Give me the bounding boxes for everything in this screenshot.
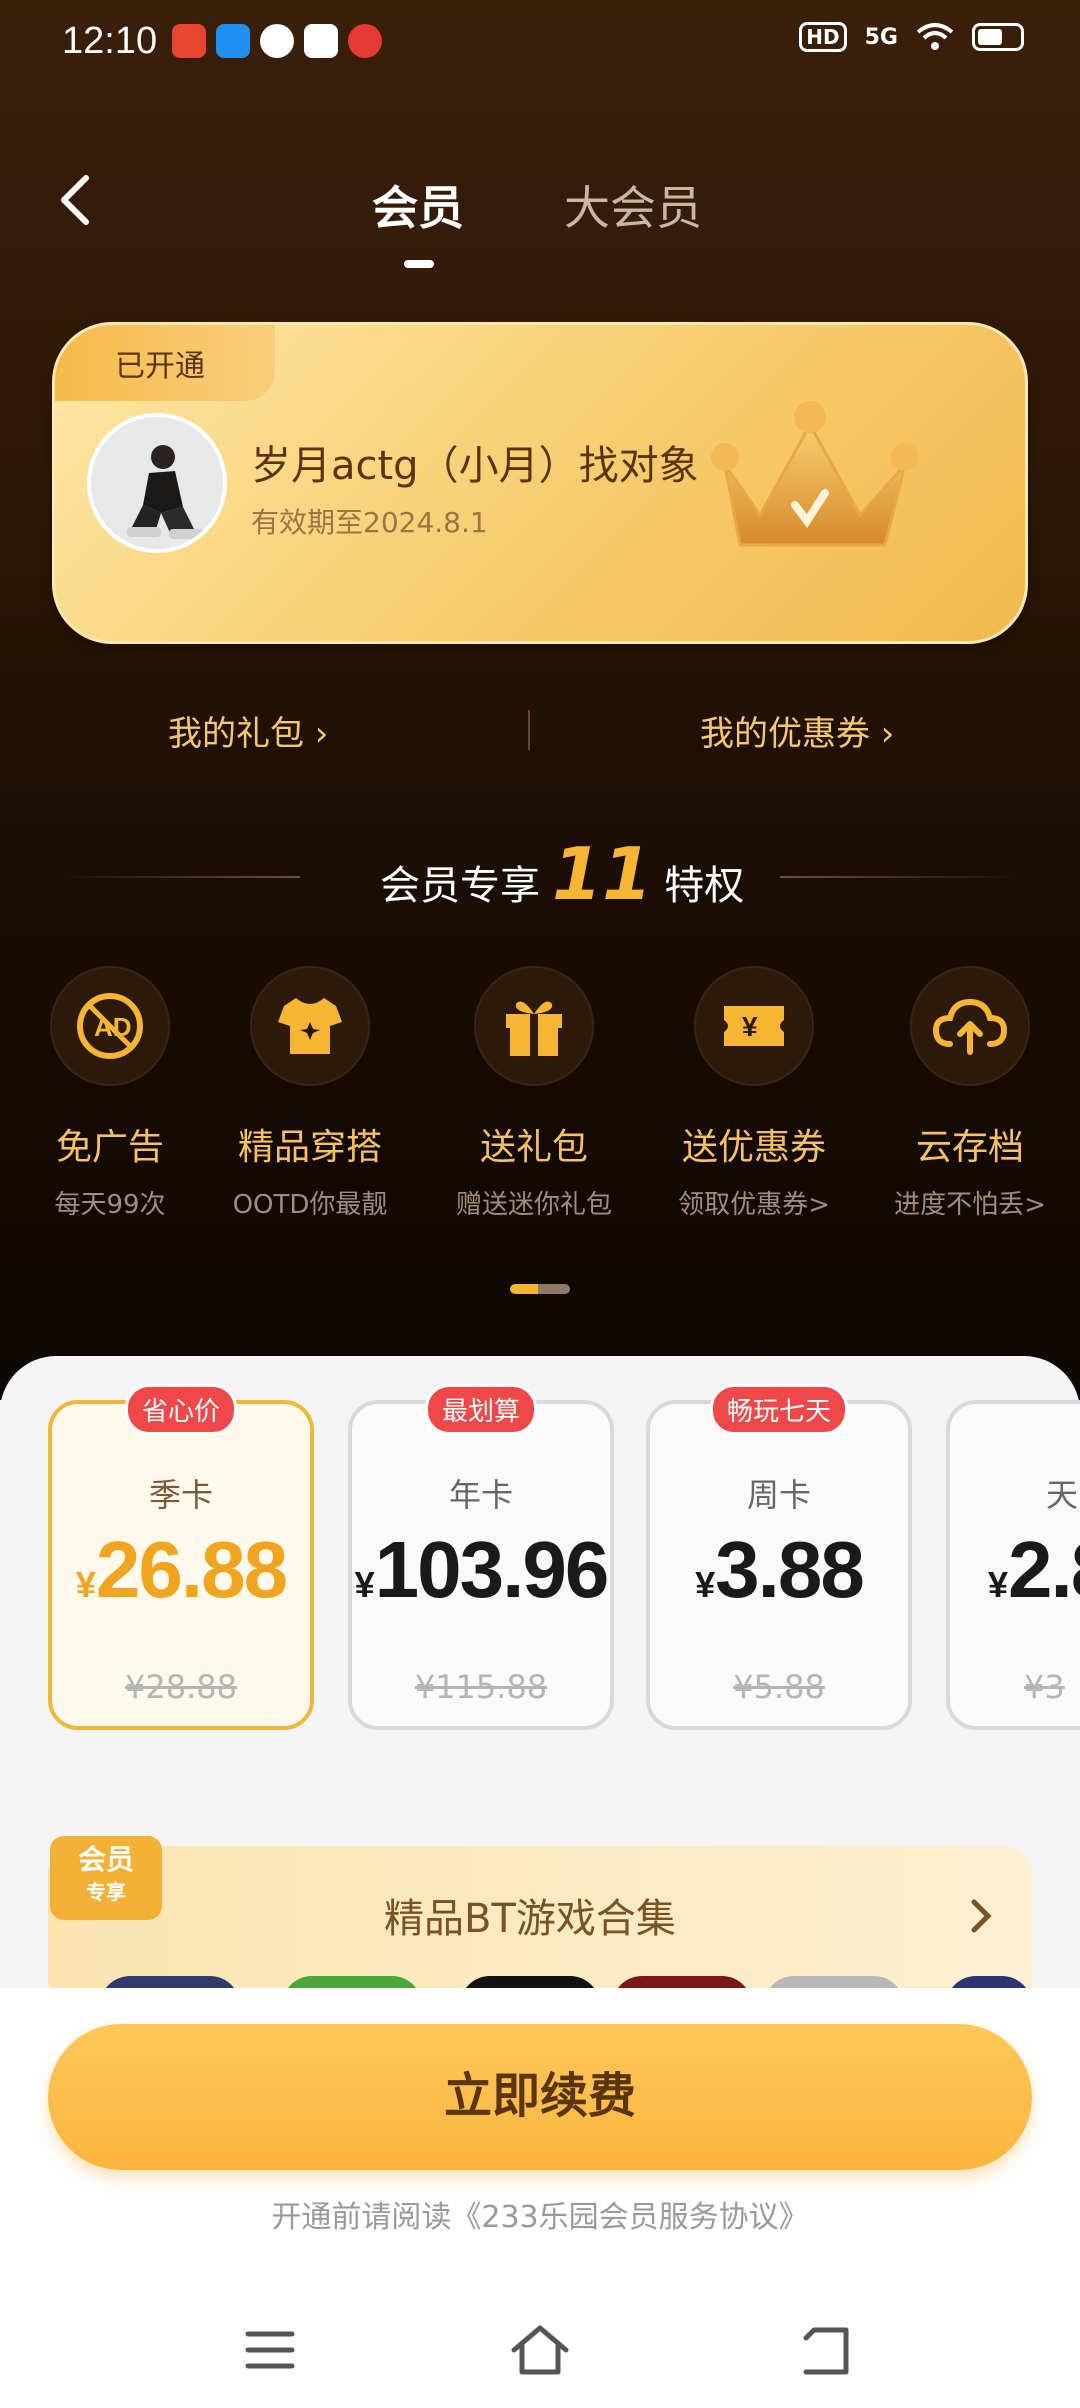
my-gift-link[interactable]: 我的礼包 › bbox=[168, 706, 328, 755]
tab-big-member[interactable]: 大会员 bbox=[564, 172, 702, 238]
privilege-item-cloud-save[interactable]: 云存档 进度不怕丢> bbox=[870, 966, 1070, 1221]
app-notification-icon bbox=[172, 24, 206, 58]
chevron-right-icon[interactable] bbox=[966, 1896, 996, 1936]
hd-icon: HD bbox=[799, 22, 847, 52]
back-icon[interactable] bbox=[48, 170, 108, 230]
system-nav-bar bbox=[0, 2300, 1080, 2408]
signal-icon: 5G bbox=[864, 24, 898, 50]
status-time: 12:10 bbox=[62, 20, 158, 62]
plan-name: 周卡 bbox=[746, 1476, 811, 1514]
plan-name: 季卡 bbox=[148, 1476, 213, 1514]
app-notification-icon bbox=[348, 24, 382, 58]
username: 岁月actg（小月）找对象 bbox=[251, 443, 699, 489]
battery-icon bbox=[972, 23, 1024, 51]
privilege-item-gift[interactable]: 送礼包 赠送迷你礼包 bbox=[434, 966, 634, 1221]
tab-member[interactable]: 会员 bbox=[372, 172, 464, 238]
app-notification-icon bbox=[260, 24, 294, 58]
plan-name: 年卡 bbox=[448, 1476, 513, 1514]
plan-clip: 天 ¥2.8 ¥3 bbox=[944, 1390, 1080, 1750]
status-indicators: HD 5G bbox=[799, 22, 1024, 52]
divider bbox=[780, 876, 1020, 878]
plan-badge: 省心价 bbox=[124, 1384, 238, 1435]
cloud-upload-icon bbox=[932, 998, 1008, 1055]
crown-icon bbox=[711, 401, 919, 547]
plan-original-price: ¥115.88 bbox=[414, 1668, 548, 1706]
plan-name: 天 bbox=[1046, 1476, 1079, 1514]
coupon-icon: ¥ bbox=[724, 1006, 784, 1046]
status-badge: 已开通 bbox=[55, 325, 275, 401]
no-ads-icon: AD bbox=[77, 993, 143, 1059]
my-coupon-link[interactable]: 我的优惠券 › bbox=[700, 706, 894, 755]
privileges-title: 会员专享 11 特权 bbox=[380, 832, 745, 916]
tab-indicator bbox=[404, 260, 434, 268]
app-notification-icon bbox=[216, 24, 250, 58]
gift-icon bbox=[506, 1001, 562, 1056]
plan-price: ¥2.8 bbox=[988, 1525, 1080, 1614]
plan-badge: 畅玩七天 bbox=[709, 1384, 849, 1435]
wifi-icon bbox=[916, 23, 954, 50]
bt-games-title: 精品BT游戏合集 bbox=[384, 1896, 676, 1942]
plan-card-day[interactable]: 天 ¥2.8 ¥3 bbox=[946, 1400, 1080, 1730]
back-nav-icon[interactable] bbox=[796, 2320, 856, 2380]
privileges-count: 11 bbox=[552, 832, 653, 916]
menu-icon[interactable] bbox=[240, 2320, 300, 2380]
svg-text:¥: ¥ bbox=[742, 1011, 758, 1042]
plan-price: ¥103.96 bbox=[354, 1525, 610, 1614]
plan-original-price: ¥5.88 bbox=[733, 1668, 825, 1706]
renew-button[interactable]: 立即续费 bbox=[48, 2024, 1032, 2170]
status-bar: 12:10 HD 5G bbox=[0, 0, 1080, 84]
privilege-item-no-ads[interactable]: AD 免广告 每天99次 bbox=[10, 966, 210, 1221]
plan-price: ¥3.88 bbox=[695, 1525, 865, 1614]
divider bbox=[60, 876, 300, 878]
plan-card-week[interactable]: 畅玩七天 周卡 ¥3.88 ¥5.88 bbox=[646, 1384, 912, 1730]
privilege-item-coupon[interactable]: ¥ 送优惠券 领取优惠券> bbox=[654, 966, 854, 1221]
plan-original-price: ¥28.88 bbox=[125, 1668, 237, 1706]
privilege-item-outfit[interactable]: 精品穿搭 OOTD你最靓 bbox=[210, 966, 410, 1221]
member-card[interactable]: 已开通 岁月actg（小月）找对象 有效期至2024.8.1 bbox=[52, 322, 1028, 644]
plan-card-quarter[interactable]: 省心价 季卡 ¥26.88 ¥28.88 bbox=[48, 1384, 314, 1730]
divider bbox=[528, 710, 530, 750]
plan-card-year[interactable]: 最划算 年卡 ¥103.96 ¥115.88 bbox=[348, 1384, 614, 1730]
tshirt-icon bbox=[278, 998, 342, 1054]
expire-date: 有效期至2024.8.1 bbox=[251, 506, 488, 539]
avatar[interactable] bbox=[87, 413, 227, 553]
user-photo bbox=[91, 417, 223, 549]
home-icon[interactable] bbox=[510, 2320, 570, 2380]
app-notification-icon bbox=[304, 24, 338, 58]
plan-original-price: ¥3 bbox=[1024, 1668, 1065, 1706]
plan-badge: 最划算 bbox=[424, 1384, 538, 1435]
agreement-link[interactable]: 开通前请阅读《233乐园会员服务协议》 bbox=[0, 2192, 1080, 2236]
plan-price: ¥26.88 bbox=[75, 1525, 288, 1614]
pagination-indicator bbox=[510, 1284, 570, 1294]
member-exclusive-tag: 会员 专享 bbox=[50, 1836, 162, 1920]
